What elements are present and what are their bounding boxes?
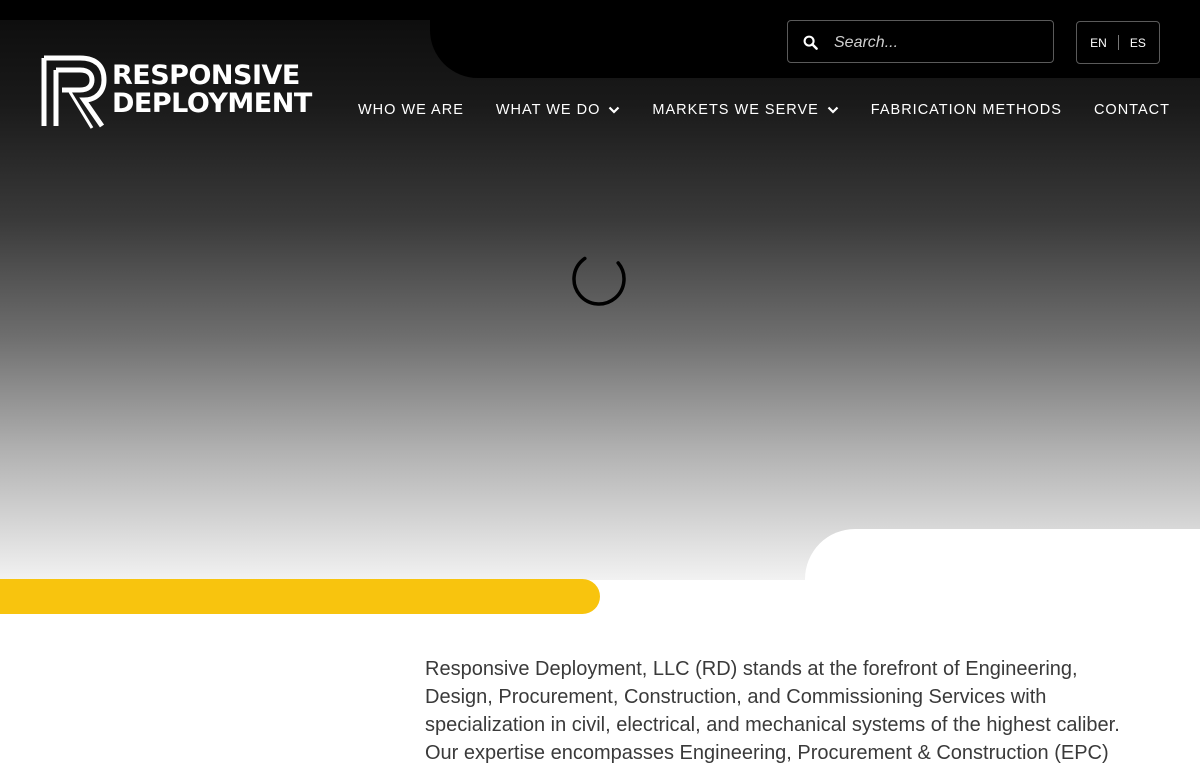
nav-item-label: MARKETS WE SERVE — [652, 102, 819, 118]
language-switcher: EN ES — [1076, 21, 1160, 64]
nav-item-contact[interactable]: CONTACT — [1094, 102, 1170, 118]
intro-paragraph: Responsive Deployment, LLC (RD) stands a… — [425, 658, 1120, 764]
chevron-down-icon — [609, 106, 620, 114]
nav-item-label: WHO WE ARE — [358, 102, 464, 118]
section-tab — [805, 529, 1200, 589]
hero-section: RESPONSIVE DEPLOYMENT EN ES WHO WE ARE W… — [0, 0, 1200, 580]
nav-item-label: CONTACT — [1093, 102, 1170, 118]
search-icon[interactable] — [803, 35, 818, 55]
loading-spinner-icon — [572, 252, 626, 306]
language-option-en[interactable]: EN — [1079, 36, 1118, 50]
search-input[interactable] — [832, 21, 1046, 64]
accent-bar — [0, 579, 600, 614]
nav-item-label: WHAT WE DO — [495, 102, 601, 118]
nav-item-who-we-are[interactable]: WHO WE ARE — [358, 102, 464, 118]
brand-logo[interactable]: RESPONSIVE DEPLOYMENT — [40, 52, 320, 132]
nav-item-what-we-do[interactable]: WHAT WE DO — [496, 102, 621, 118]
logo-text-line1: RESPONSIVE — [112, 60, 300, 91]
nav-item-fabrication-methods[interactable]: FABRICATION METHODS — [871, 102, 1062, 118]
nav-item-label: FABRICATION METHODS — [870, 102, 1062, 118]
language-option-es[interactable]: ES — [1119, 36, 1157, 50]
chevron-down-icon — [827, 106, 839, 114]
nav-item-markets-we-serve[interactable]: MARKETS WE SERVE — [652, 102, 839, 118]
logo-text-line2: DEPLOYMENT — [112, 88, 312, 119]
search-box[interactable] — [787, 20, 1054, 64]
rd-monogram-icon — [41, 55, 107, 129]
main-navigation: WHO WE ARE WHAT WE DO MARKETS WE SERVE F… — [358, 100, 1170, 120]
